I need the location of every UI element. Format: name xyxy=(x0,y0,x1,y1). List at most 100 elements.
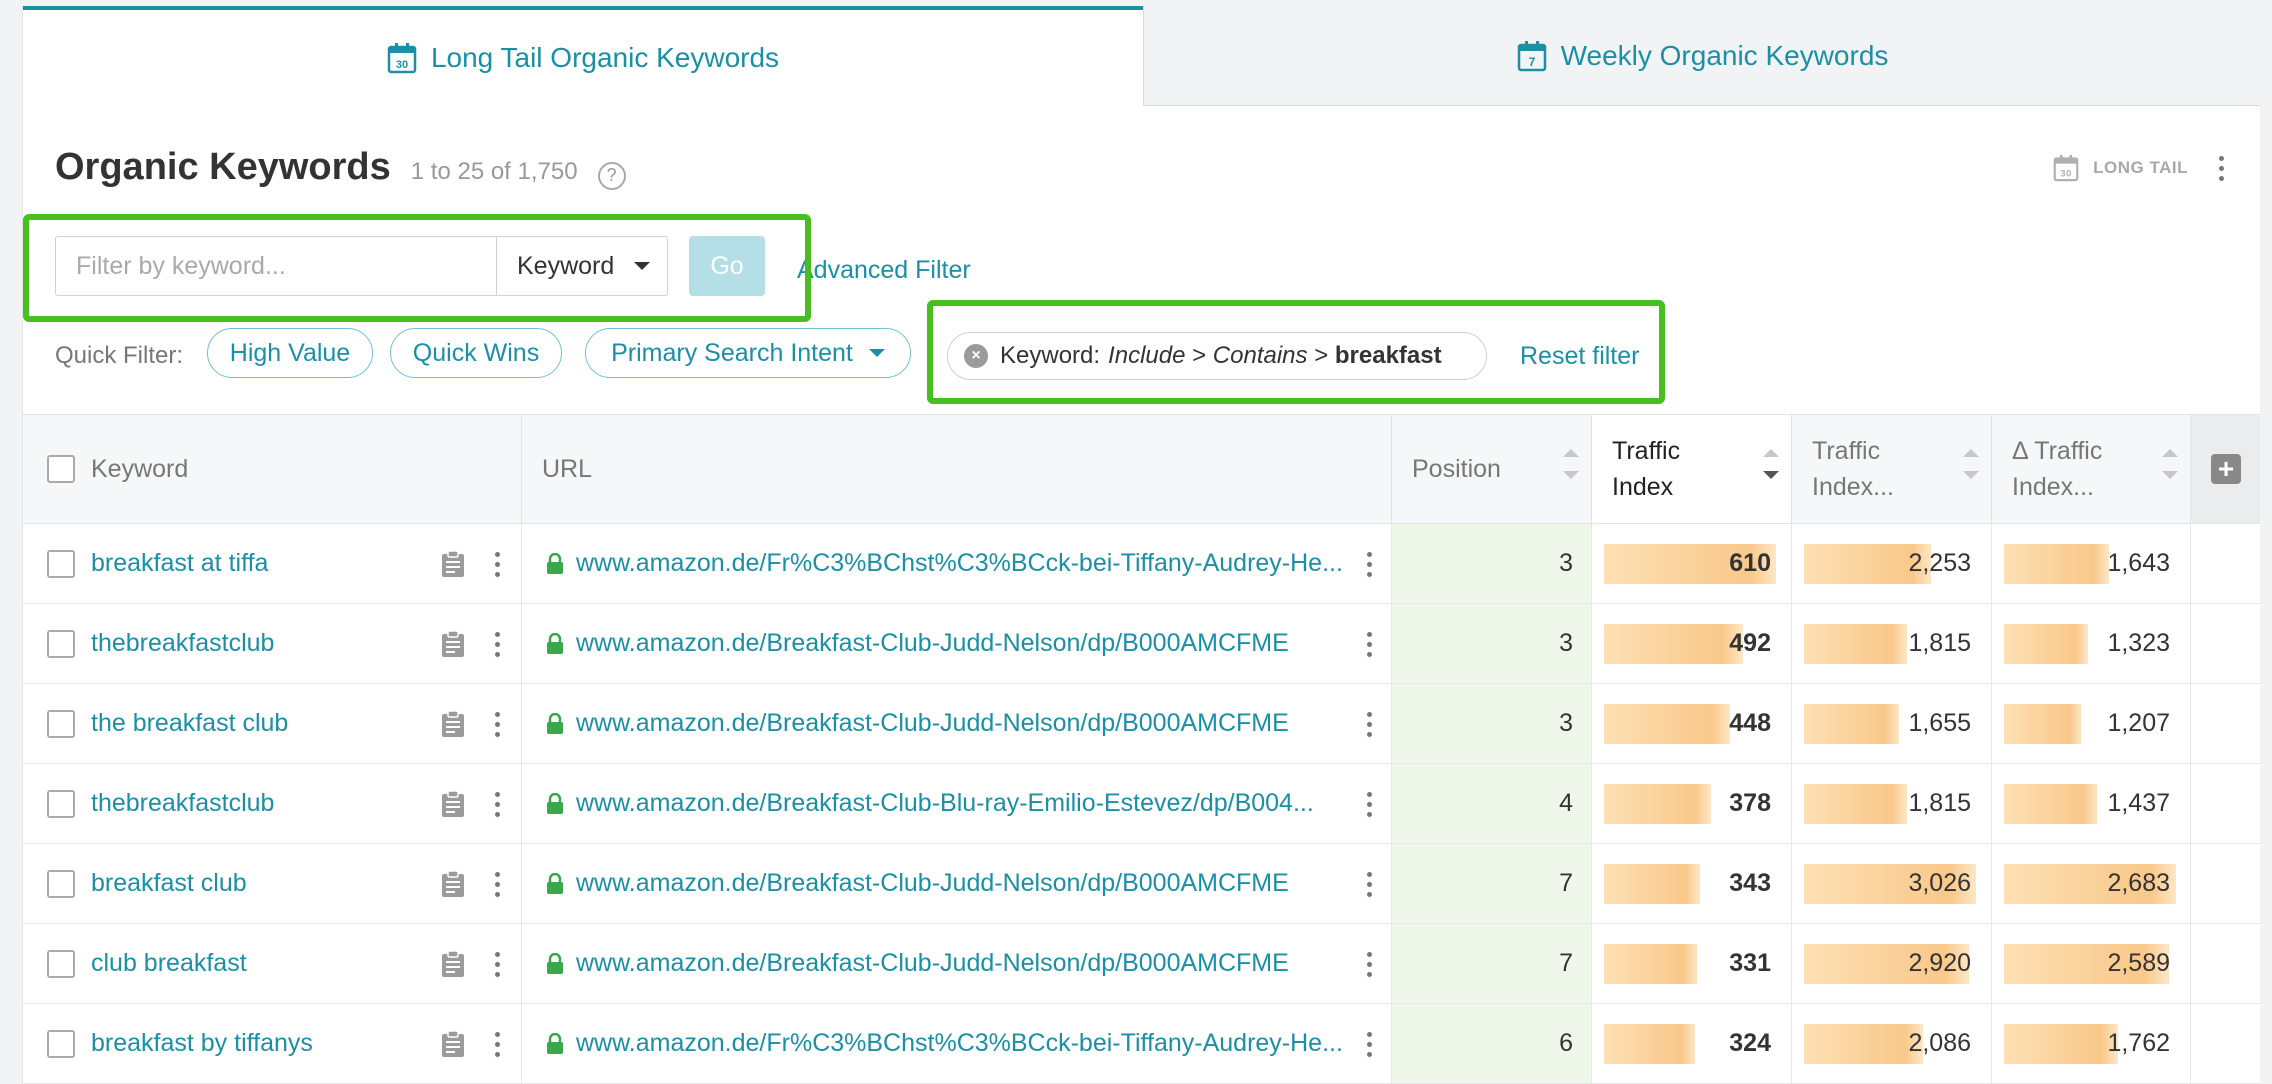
col-traffic-index-ex[interactable]: Traffic Index... xyxy=(1792,415,1992,523)
cell-delta-traffic-index: 1,207 xyxy=(1992,684,2191,763)
col-traffic-index[interactable]: Traffic Index xyxy=(1592,415,1792,523)
add-column-button[interactable]: + xyxy=(2191,415,2260,523)
clipboard-icon[interactable] xyxy=(441,790,465,818)
keyword-link[interactable]: breakfast by tiffanys xyxy=(91,1029,313,1058)
table-header: Keyword URL Position Traffic Index Traffi… xyxy=(23,414,2260,524)
keyword-link[interactable]: club breakfast xyxy=(91,949,247,978)
table-row[interactable]: breakfast club www.amazon.de/Breakfast-Cl… xyxy=(23,844,2260,924)
remove-filter-icon[interactable]: × xyxy=(964,344,988,368)
table-row[interactable]: club breakfast www.amazon.de/Breakfast-Cl… xyxy=(23,924,2260,1004)
row-more-icon[interactable] xyxy=(492,952,502,977)
keyword-link[interactable]: breakfast at tiffa xyxy=(91,549,268,578)
sort-icon[interactable] xyxy=(2162,449,2178,479)
url-link[interactable]: www.amazon.de/Breakfast-Club-Judd-Nelson… xyxy=(576,629,1289,658)
keyword-link[interactable]: breakfast club xyxy=(91,869,247,898)
sort-icon[interactable] xyxy=(1563,449,1579,479)
url-more-icon[interactable] xyxy=(1364,872,1374,897)
row-checkbox[interactable] xyxy=(47,869,75,898)
cell-traffic-index: 610 xyxy=(1592,524,1792,603)
row-checkbox[interactable] xyxy=(47,949,75,978)
url-more-icon[interactable] xyxy=(1364,632,1374,657)
quick-filter-primary-search-intent[interactable]: Primary Search Intent xyxy=(585,328,911,378)
keyword-link[interactable]: thebreakfastclub xyxy=(91,629,274,658)
url-link[interactable]: www.amazon.de/Breakfast-Club-Judd-Nelson… xyxy=(576,709,1289,738)
lock-icon xyxy=(547,872,563,894)
table-row[interactable]: the breakfast club www.amazon.de/Breakfas… xyxy=(23,684,2260,764)
filter-type-select[interactable]: Keyword xyxy=(496,236,668,296)
url-more-icon[interactable] xyxy=(1364,952,1374,977)
clipboard-icon[interactable] xyxy=(441,710,465,738)
clipboard-icon[interactable] xyxy=(441,950,465,978)
quick-filter-quick-wins[interactable]: Quick Wins xyxy=(390,328,562,378)
quick-filter-high-value[interactable]: High Value xyxy=(207,328,373,378)
table-row[interactable]: breakfast at tiffa www.amazon.de/Fr%C3%BC… xyxy=(23,524,2260,604)
traffic-index-ex-value: 2,253 xyxy=(1908,549,1971,577)
traffic-index-ex-value: 2,920 xyxy=(1908,949,1971,977)
url-more-icon[interactable] xyxy=(1364,1032,1374,1057)
cell-position: 3 xyxy=(1392,604,1592,683)
cell-url: www.amazon.de/Fr%C3%BChst%C3%BCck-bei-Ti… xyxy=(522,1004,1392,1083)
keyword-filter-input[interactable] xyxy=(55,236,497,296)
row-checkbox[interactable] xyxy=(47,1029,75,1058)
clipboard-icon[interactable] xyxy=(441,630,465,658)
tab-weekly[interactable]: 7 Weekly Organic Keywords xyxy=(1143,6,2260,106)
table-row[interactable]: breakfast by tiffanys www.amazon.de/Fr%C3… xyxy=(23,1004,2260,1084)
tab-long-tail[interactable]: 30 Long Tail Organic Keywords xyxy=(23,6,1143,106)
advanced-filter-link[interactable]: Advanced Filter xyxy=(797,256,971,285)
row-checkbox[interactable] xyxy=(47,549,75,578)
sort-icon[interactable] xyxy=(1963,449,1979,479)
row-checkbox[interactable] xyxy=(47,629,75,658)
select-all-checkbox[interactable] xyxy=(47,455,75,483)
url-more-icon[interactable] xyxy=(1364,552,1374,577)
cell-position: 3 xyxy=(1392,524,1592,603)
row-more-icon[interactable] xyxy=(492,872,502,897)
col-url[interactable]: URL xyxy=(522,415,1392,523)
cell-url: www.amazon.de/Fr%C3%BChst%C3%BCck-bei-Ti… xyxy=(522,524,1392,603)
keyword-link[interactable]: thebreakfastclub xyxy=(91,789,274,818)
delta-traffic-index-bar xyxy=(2004,1024,2118,1064)
cell-delta-traffic-index: 2,683 xyxy=(1992,844,2191,923)
cell-url: www.amazon.de/Breakfast-Club-Judd-Nelson… xyxy=(522,604,1392,683)
table-row[interactable]: thebreakfastclub www.amazon.de/Breakfast-… xyxy=(23,604,2260,684)
url-more-icon[interactable] xyxy=(1364,712,1374,737)
row-more-icon[interactable] xyxy=(492,792,502,817)
page-heading: Organic Keywords 1 to 25 of 1,750 ? xyxy=(55,146,626,190)
sort-icon[interactable] xyxy=(1763,449,1779,479)
cell-delta-traffic-index: 1,643 xyxy=(1992,524,2191,603)
col-keyword[interactable]: Keyword xyxy=(23,415,522,523)
lock-icon xyxy=(547,552,563,574)
url-link[interactable]: www.amazon.de/Fr%C3%BChst%C3%BCck-bei-Ti… xyxy=(576,1029,1343,1058)
url-more-icon[interactable] xyxy=(1364,792,1374,817)
col-delta-traffic-index[interactable]: Δ Traffic Index... xyxy=(1992,415,2191,523)
long-tail-mode[interactable]: 30 LONG TAIL xyxy=(2053,154,2226,182)
tab-weekly-label: Weekly Organic Keywords xyxy=(1560,39,1889,71)
url-link[interactable]: www.amazon.de/Fr%C3%BChst%C3%BCck-bei-Ti… xyxy=(576,549,1343,578)
cell-delta-traffic-index: 1,437 xyxy=(1992,764,2191,843)
row-more-icon[interactable] xyxy=(492,712,502,737)
row-more-icon[interactable] xyxy=(492,632,502,657)
clipboard-icon[interactable] xyxy=(441,550,465,578)
clipboard-icon[interactable] xyxy=(441,870,465,898)
svg-text:30: 30 xyxy=(396,59,408,71)
row-more-icon[interactable] xyxy=(492,552,502,577)
help-icon[interactable]: ? xyxy=(597,161,626,190)
svg-text:7: 7 xyxy=(1528,55,1535,69)
url-link[interactable]: www.amazon.de/Breakfast-Club-Blu-ray-Emi… xyxy=(576,789,1314,818)
traffic-index-bar xyxy=(1604,624,1743,664)
row-more-icon[interactable] xyxy=(492,1032,502,1057)
more-options-icon[interactable] xyxy=(2216,155,2226,181)
traffic-index-value: 343 xyxy=(1729,869,1771,897)
cell-traffic-index: 331 xyxy=(1592,924,1792,1003)
row-checkbox[interactable] xyxy=(47,789,75,818)
row-checkbox[interactable] xyxy=(47,709,75,738)
keyword-link[interactable]: the breakfast club xyxy=(91,709,288,738)
col-position[interactable]: Position xyxy=(1392,415,1592,523)
table-row[interactable]: thebreakfastclub www.amazon.de/Breakfast-… xyxy=(23,764,2260,844)
url-link[interactable]: www.amazon.de/Breakfast-Club-Judd-Nelson… xyxy=(576,949,1289,978)
reset-filter-link[interactable]: Reset filter xyxy=(1520,342,1639,371)
traffic-index-ex-bar xyxy=(1804,784,1907,824)
clipboard-icon[interactable] xyxy=(441,1030,465,1058)
cell-url: www.amazon.de/Breakfast-Club-Judd-Nelson… xyxy=(522,684,1392,763)
url-link[interactable]: www.amazon.de/Breakfast-Club-Judd-Nelson… xyxy=(576,869,1289,898)
go-button[interactable]: Go xyxy=(689,236,765,296)
